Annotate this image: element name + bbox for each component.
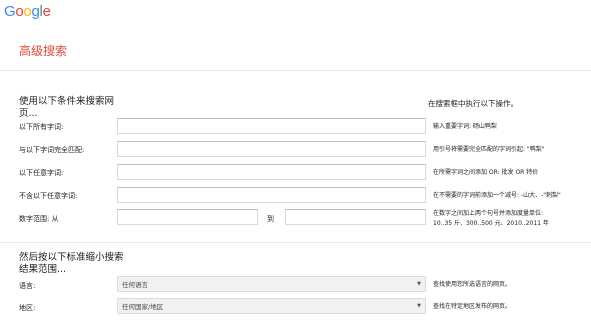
dropdown-arrow-icon: ▼ [417,303,421,309]
any-words-input[interactable] [117,164,426,180]
none-words-label: 不含以下任意字词: [19,192,78,200]
number-range-label: 数字范围: 从 [19,215,59,223]
language-selected-value: 任何语言 [122,281,148,289]
section-divider [0,242,591,243]
any-words-hint: 在所需字词之间添加 OR: 批发 OR 特价 [433,169,539,176]
logo-letter: o [15,3,24,20]
exact-phrase-input[interactable] [117,141,426,157]
logo-letter: G [4,3,16,20]
title-divider [0,70,591,71]
right-column-heading: 在搜索框中执行以下操作。 [428,99,518,108]
page-title: 高级搜索 [19,44,68,58]
range-from-input[interactable] [117,209,258,225]
region-label: 地区: [19,304,36,312]
language-select[interactable]: 任何语言 ▼ [117,276,426,292]
range-to-input[interactable] [285,209,426,225]
region-select[interactable]: 任何国家/地区 ▼ [117,298,426,314]
number-range-hint: 在数字之间加上两个句号并添加度量单位: [433,210,544,217]
dropdown-arrow-icon: ▼ [417,281,421,287]
narrow-section-heading: 然后按以下标准缩小搜索结果范围... [19,252,124,275]
logo-letter: o [23,3,32,20]
logo-letter: e [42,3,51,20]
all-words-input[interactable] [117,118,426,134]
none-words-hint: 在不需要的字词前添加一个减号: -山大、-"刺梨" [433,192,561,199]
none-words-input[interactable] [117,187,426,203]
logo-letter: g [31,3,40,20]
number-range-hint-example: 10..35 斤、300..500 元、2010..2011 年 [433,220,549,227]
all-words-hint: 输入重要字词: 砀山鸭梨 [433,123,497,130]
find-section-heading: 使用以下条件来搜索网页... [19,96,115,119]
region-hint: 查找在特定地区发布的网页。 [433,303,512,310]
region-selected-value: 任何国家/地区 [122,303,164,311]
exact-phrase-hint: 用引号将需要完全匹配的字词引起: "鸭梨" [433,146,545,153]
exact-phrase-label: 与以下字词完全匹配: [19,146,85,154]
language-label: 语言: [19,282,36,290]
google-logo[interactable]: Google [4,3,51,20]
language-hint: 查找使用您所选语言的网页。 [433,281,512,288]
all-words-label: 以下所有字词: [19,123,64,131]
any-words-label: 以下任意字词: [19,169,64,177]
range-to-label: 到 [267,215,274,223]
